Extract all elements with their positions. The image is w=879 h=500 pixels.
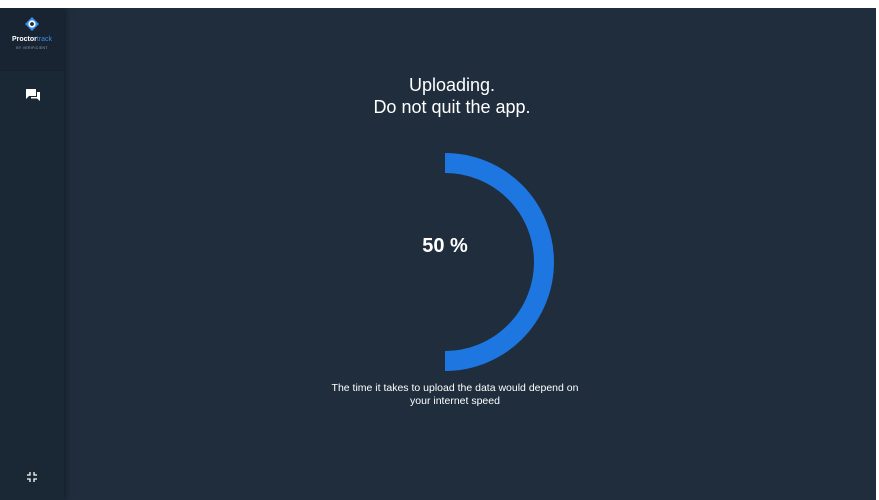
upload-speed-note-line1: The time it takes to upload the data wou… [331,382,579,394]
sidebar: Proctortrack BY VERIFICIENT [0,8,64,500]
upload-progress-ring [444,153,554,371]
brand-logo: Proctortrack BY VERIFICIENT [0,8,64,71]
upload-progress-percent: 50 % [422,235,468,257]
upload-speed-note-line2: your internet speed [410,395,500,407]
brand-name-accent: track [36,36,53,43]
upload-title: Uploading. Do not quit the app. [64,74,840,118]
upload-speed-note: The time it takes to upload the data wou… [235,382,675,408]
upload-title-line1: Uploading. [408,75,496,95]
chat-icon [26,89,40,101]
eye-logo-icon [25,17,39,31]
brand-tagline: BY VERIFICIENT [16,46,48,50]
brand-name-primary: Proctor [11,36,37,43]
upload-title-line2: Do not quit the app. [373,97,531,117]
collapse-button[interactable] [26,470,38,482]
upload-progress-arc [444,153,554,371]
collapse-icon [27,472,37,482]
app-window: Proctortrack BY VERIFICIENT Uploading. D… [0,8,876,500]
brand-name: Proctortrack [0,36,64,43]
chat-button[interactable] [25,88,41,102]
